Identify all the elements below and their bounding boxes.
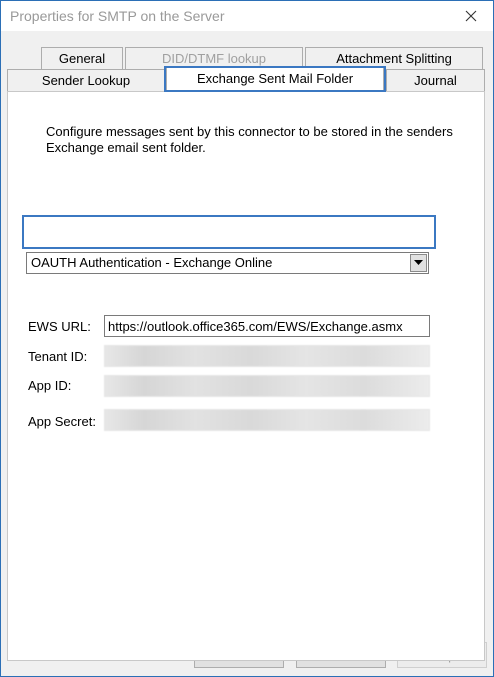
properties-dialog: Properties for SMTP on the Server Genera… <box>0 0 494 677</box>
tab-label: Attachment Splitting <box>336 51 452 66</box>
ews-url-label: EWS URL: <box>28 319 91 334</box>
close-icon <box>465 10 477 22</box>
title-bar[interactable]: Properties for SMTP on the Server <box>1 1 493 31</box>
close-button[interactable] <box>449 1 493 31</box>
tab-general[interactable]: General <box>41 47 123 69</box>
tenant-id-input[interactable] <box>104 345 430 367</box>
panel-description: Configure messages sent by this connecto… <box>46 124 453 155</box>
tab-label: DID/DTMF lookup <box>161 51 267 66</box>
dialog-body: General DID/DTMF lookup Attachment Split… <box>1 31 493 676</box>
window-title: Properties for SMTP on the Server <box>10 8 225 24</box>
app-id-input[interactable] <box>104 375 430 397</box>
tab-label: General <box>58 51 106 66</box>
auth-method-select[interactable]: OAUTH Authentication - Exchange Online <box>26 252 429 274</box>
tab-label: Journal <box>414 73 457 88</box>
tab-label: Sender Lookup <box>41 73 131 88</box>
tab-label: Exchange Sent Mail Folder <box>196 71 354 86</box>
exchange-sent-mail-folder-panel: Configure messages sent by this connecto… <box>7 91 485 661</box>
tab-journal[interactable]: Journal <box>386 69 485 91</box>
tab-attachment-splitting[interactable]: Attachment Splitting <box>305 47 483 69</box>
tenant-id-label: Tenant ID: <box>28 349 88 364</box>
ews-url-input[interactable] <box>104 315 430 337</box>
tab-did-dtmf-lookup[interactable]: DID/DTMF lookup <box>125 47 303 69</box>
tab-exchange-sent-mail-folder[interactable]: Exchange Sent Mail Folder <box>166 67 384 91</box>
app-id-label: App ID: <box>28 378 72 393</box>
dropdown-arrow-button[interactable] <box>410 254 427 272</box>
app-secret-input[interactable] <box>104 409 430 431</box>
tab-sender-lookup[interactable]: Sender Lookup <box>7 69 165 91</box>
chevron-down-icon <box>414 260 423 265</box>
auth-method-value: OAUTH Authentication - Exchange Online <box>31 255 273 270</box>
app-secret-label: App Secret: <box>28 414 96 429</box>
